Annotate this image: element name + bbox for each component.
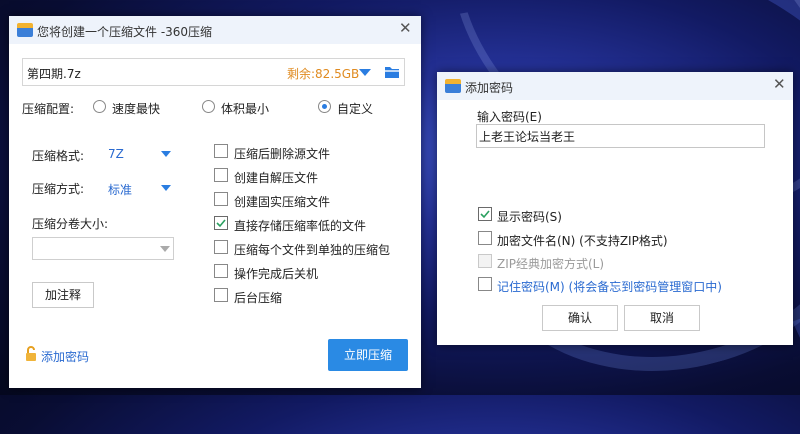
option-label: 压缩后删除源文件 (234, 147, 331, 161)
checkmark-icon (480, 210, 490, 219)
method-label: 压缩方式: (32, 182, 85, 196)
remember-password-label[interactable]: 记住密码(M) (将会备忘到密码管理窗口中) (497, 278, 722, 295)
archive-icon (445, 79, 461, 93)
option-checkbox-separate-archives[interactable] (214, 240, 228, 254)
method-select[interactable]: 标准 (105, 176, 175, 198)
close-icon[interactable]: ✕ (399, 21, 412, 36)
filename-value: 第四期.7z (27, 67, 81, 81)
option-checkbox-solid[interactable] (214, 192, 228, 206)
format-select[interactable]: 7Z (105, 142, 175, 164)
cancel-button[interactable]: 取消 (624, 305, 700, 331)
option-checkbox-shutdown[interactable] (214, 264, 228, 278)
add-comment-button[interactable]: 加注释 (32, 282, 94, 308)
filename-field[interactable]: 第四期.7z 剩余:82.5GB (22, 58, 405, 86)
radio-fastest-label: 速度最快 (112, 102, 161, 116)
option-label: 直接存储压缩率低的文件 (234, 219, 367, 233)
config-label: 压缩配置: (22, 102, 75, 116)
free-space-label: 剩余:82.5GB (287, 67, 360, 81)
password-dialog: 添加密码 ✕ 输入密码(E) 上老王论坛当老王 显示密码(S) 加密文件名(N)… (437, 72, 793, 345)
radio-fastest[interactable] (93, 100, 106, 113)
add-comment-label: 加注释 (44, 288, 81, 302)
compress-now-label: 立即压缩 (343, 348, 392, 362)
radio-custom-label: 自定义 (337, 102, 374, 116)
method-value: 标准 (108, 183, 133, 197)
title-bar: 您将创建一个压缩文件 -360压缩 ✕ (9, 16, 421, 44)
compress-window: 您将创建一个压缩文件 -360压缩 ✕ 第四期.7z 剩余:82.5GB 压缩配… (9, 16, 421, 388)
option-label: 创建固实压缩文件 (234, 195, 331, 209)
password-input[interactable]: 上老王论坛当老王 (476, 124, 765, 148)
show-password-label: 显示密码(S) (497, 210, 562, 224)
zip-classic-label: ZIP经典加密方式(L) (497, 257, 605, 271)
password-value: 上老王论坛当老王 (479, 130, 576, 144)
show-password-checkbox[interactable] (478, 207, 492, 221)
ok-button-label: 确认 (567, 311, 592, 325)
split-size-combobox[interactable] (32, 237, 174, 260)
add-password-label: 添加密码 (41, 350, 90, 364)
split-size-label: 压缩分卷大小: (32, 217, 109, 231)
zip-classic-checkbox (478, 254, 492, 268)
checkmark-icon (216, 219, 226, 228)
folder-icon[interactable] (384, 65, 400, 82)
ok-button[interactable]: 确认 (542, 305, 618, 331)
option-label: 创建自解压文件 (234, 171, 319, 185)
format-label: 压缩格式: (32, 149, 85, 163)
window-title: 您将创建一个压缩文件 -360压缩 (37, 25, 213, 39)
dropdown-arrow-icon[interactable] (359, 69, 371, 76)
option-checkbox-background[interactable] (214, 288, 228, 302)
remember-password-checkbox[interactable] (478, 277, 492, 291)
option-checkbox-self-extract[interactable] (214, 168, 228, 182)
encrypt-filename-checkbox[interactable] (478, 231, 492, 245)
option-label: 操作完成后关机 (234, 267, 319, 281)
password-input-label: 输入密码(E) (477, 110, 542, 124)
option-checkbox-store-low-ratio[interactable] (214, 216, 228, 230)
radio-smallest-label: 体积最小 (221, 102, 270, 116)
dialog-title: 添加密码 (465, 81, 514, 95)
title-bar: 添加密码 ✕ (437, 72, 793, 100)
archive-icon (17, 23, 33, 37)
option-label: 压缩每个文件到单独的压缩包 (234, 243, 391, 257)
compress-now-button[interactable]: 立即压缩 (328, 339, 408, 371)
cancel-button-label: 取消 (649, 311, 674, 325)
dropdown-arrow-icon (160, 246, 170, 252)
dropdown-arrow-icon (161, 185, 171, 191)
format-value: 7Z (108, 147, 124, 161)
radio-custom[interactable] (318, 100, 331, 113)
option-label: 后台压缩 (234, 291, 283, 305)
dropdown-arrow-icon (161, 151, 171, 157)
lock-icon (24, 346, 38, 365)
close-icon[interactable]: ✕ (773, 77, 786, 92)
encrypt-filename-label: 加密文件名(N) (不支持ZIP格式) (497, 234, 668, 248)
radio-smallest[interactable] (202, 100, 215, 113)
option-checkbox-delete-source[interactable] (214, 144, 228, 158)
